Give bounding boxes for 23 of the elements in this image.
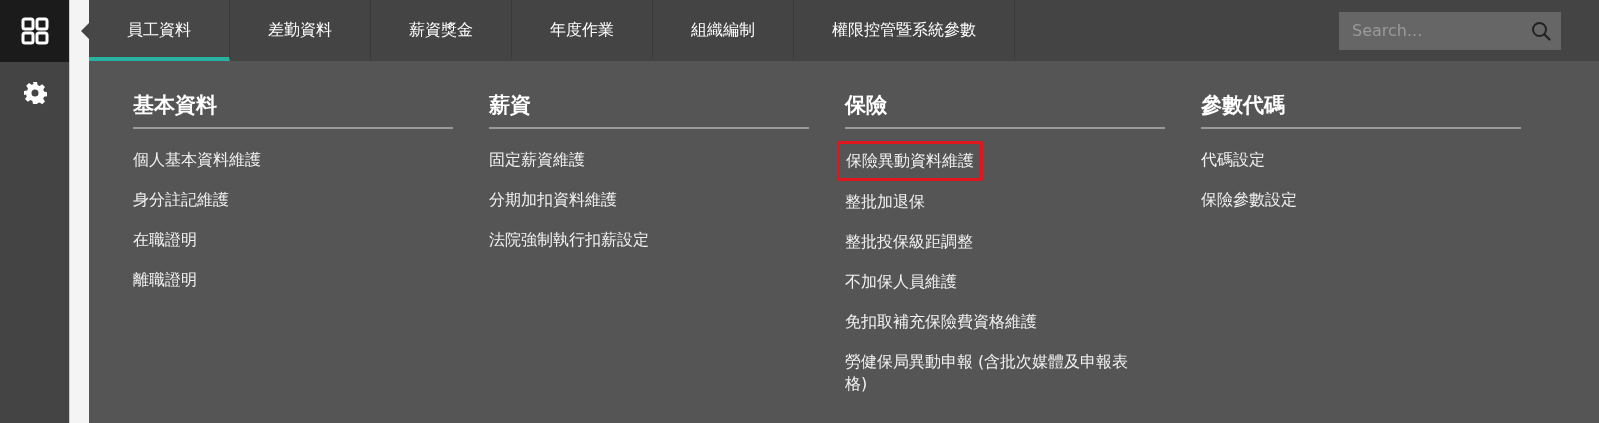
nav-tab[interactable]: 員工資料	[89, 0, 230, 61]
menu-item[interactable]: 代碼設定	[1201, 149, 1265, 171]
menu-heading: 基本資料	[133, 91, 453, 129]
settings-icon[interactable]	[22, 81, 47, 105]
menu-item[interactable]: 保險異動資料維護	[837, 141, 983, 181]
search-icon[interactable]	[1531, 20, 1551, 41]
menu-item[interactable]: 整批加退保	[845, 191, 925, 213]
menu-heading: 保險	[845, 91, 1165, 129]
menu-item[interactable]: 身分註記維護	[133, 189, 229, 211]
menu-item[interactable]: 勞健保局異動申報 (含批次媒體及申報表格)	[845, 351, 1145, 395]
menu-item[interactable]: 整批投保級距調整	[845, 231, 973, 253]
menu-item[interactable]: 保險參數設定	[1201, 189, 1297, 211]
menu-item[interactable]: 在職證明	[133, 229, 197, 251]
menu-item[interactable]: 固定薪資維護	[489, 149, 585, 171]
grid-menu-icon[interactable]	[20, 17, 49, 45]
menu-heading: 薪資	[489, 91, 809, 129]
menu-item[interactable]: 個人基本資料維護	[133, 149, 261, 171]
menu-item[interactable]: 免扣取補充保險費資格維護	[845, 311, 1037, 333]
menu-item[interactable]: 分期加扣資料維護	[489, 189, 617, 211]
menu-item[interactable]: 離職證明	[133, 269, 197, 291]
menu-item[interactable]: 法院強制執行扣薪設定	[489, 229, 649, 251]
menu-item[interactable]: 不加保人員維護	[845, 271, 957, 293]
menu-heading: 參數代碼	[1201, 91, 1521, 129]
